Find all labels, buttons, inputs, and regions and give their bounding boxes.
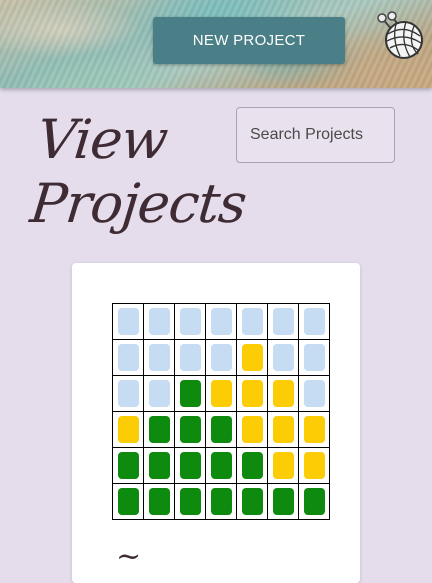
grid-cell	[299, 448, 330, 484]
color-swatch	[303, 344, 325, 371]
grid-cell	[268, 376, 299, 412]
color-swatch	[272, 380, 294, 407]
color-swatch	[148, 344, 170, 371]
color-swatch	[179, 488, 201, 515]
color-swatch	[210, 452, 232, 479]
grid-cell	[206, 340, 237, 376]
grid-cell	[175, 448, 206, 484]
grid-cell	[237, 304, 268, 340]
grid-cell	[237, 484, 268, 520]
color-swatch	[272, 488, 294, 515]
color-swatch	[272, 452, 294, 479]
grid-cell	[113, 484, 144, 520]
project-card-title: ~	[116, 539, 142, 574]
project-card[interactable]: ~	[72, 263, 360, 583]
grid-cell	[144, 448, 175, 484]
color-swatch	[117, 488, 139, 515]
page-title: View Projects	[27, 108, 250, 235]
color-swatch	[241, 344, 263, 371]
grid-cell	[299, 376, 330, 412]
search-input[interactable]	[236, 107, 395, 163]
header-banner: NEW PROJECT	[0, 0, 432, 88]
pattern-grid	[112, 303, 330, 520]
grid-cell	[144, 304, 175, 340]
color-swatch	[117, 380, 139, 407]
color-swatch	[117, 344, 139, 371]
grid-cell	[237, 340, 268, 376]
color-swatch	[210, 380, 232, 407]
color-swatch	[241, 452, 263, 479]
color-swatch	[272, 416, 294, 443]
grid-cell	[175, 340, 206, 376]
grid-cell	[299, 304, 330, 340]
grid-cell	[175, 376, 206, 412]
color-swatch	[303, 380, 325, 407]
color-swatch	[210, 344, 232, 371]
color-swatch	[210, 308, 232, 335]
color-swatch	[272, 344, 294, 371]
grid-cell	[113, 376, 144, 412]
color-swatch	[179, 452, 201, 479]
grid-cell	[268, 340, 299, 376]
grid-cell	[144, 376, 175, 412]
color-swatch	[303, 416, 325, 443]
color-swatch	[303, 488, 325, 515]
grid-cell	[175, 484, 206, 520]
color-swatch	[241, 488, 263, 515]
grid-cell	[206, 448, 237, 484]
grid-cell	[144, 340, 175, 376]
grid-cell	[237, 376, 268, 412]
grid-cell	[144, 412, 175, 448]
grid-cell	[206, 304, 237, 340]
color-swatch	[303, 308, 325, 335]
grid-cell	[144, 484, 175, 520]
grid-cell	[268, 304, 299, 340]
color-swatch	[179, 416, 201, 443]
color-swatch	[117, 416, 139, 443]
color-swatch	[210, 488, 232, 515]
yarn-ball-needles-icon[interactable]	[374, 10, 428, 64]
grid-cell	[237, 448, 268, 484]
color-swatch	[117, 452, 139, 479]
color-swatch	[179, 380, 201, 407]
color-swatch	[179, 308, 201, 335]
grid-cell	[175, 412, 206, 448]
color-swatch	[148, 416, 170, 443]
grid-cell	[113, 412, 144, 448]
grid-cell	[175, 304, 206, 340]
color-swatch	[241, 380, 263, 407]
color-swatch	[210, 416, 232, 443]
grid-cell	[299, 412, 330, 448]
new-project-button[interactable]: NEW PROJECT	[153, 17, 345, 64]
grid-cell	[206, 376, 237, 412]
color-swatch	[148, 308, 170, 335]
grid-cell	[268, 484, 299, 520]
color-swatch	[148, 380, 170, 407]
grid-cell	[268, 448, 299, 484]
color-swatch	[272, 308, 294, 335]
grid-cell	[268, 412, 299, 448]
grid-cell	[299, 340, 330, 376]
grid-cell	[206, 412, 237, 448]
grid-cell	[206, 484, 237, 520]
color-swatch	[148, 488, 170, 515]
color-swatch	[241, 308, 263, 335]
color-swatch	[117, 308, 139, 335]
color-swatch	[148, 452, 170, 479]
color-swatch	[241, 416, 263, 443]
grid-cell	[237, 412, 268, 448]
color-swatch	[303, 452, 325, 479]
grid-cell	[113, 448, 144, 484]
color-swatch	[179, 344, 201, 371]
grid-cell	[113, 304, 144, 340]
grid-cell	[299, 484, 330, 520]
grid-cell	[113, 340, 144, 376]
